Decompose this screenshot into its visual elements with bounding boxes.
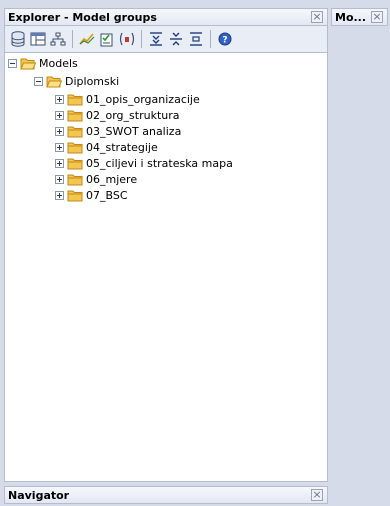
expand-icon[interactable]	[55, 142, 64, 152]
tree-node-group[interactable]: Diplomski	[34, 73, 119, 89]
expand-icon[interactable]	[55, 126, 64, 136]
explorer-toolbar: ?	[4, 26, 328, 52]
right-panel-close-button[interactable]: ×	[371, 11, 383, 23]
folder-icon	[67, 190, 83, 201]
database-icon[interactable]	[8, 29, 28, 49]
tree-label: 05_ciljevi i strateska mapa	[86, 156, 233, 170]
folder-icon	[67, 142, 83, 153]
folder-icon	[67, 158, 83, 169]
explorer-header: Explorer - Model groups ×	[4, 8, 328, 26]
tree-label: 04_strategije	[86, 140, 158, 154]
tree-label: Models	[39, 56, 78, 70]
folder-icon	[67, 94, 83, 105]
tree-item[interactable]: 04_strategije	[55, 139, 158, 155]
expand-icon[interactable]	[55, 110, 64, 120]
explorer-close-button[interactable]: ×	[311, 11, 323, 23]
toolbar-separator	[141, 30, 142, 48]
folder-icon	[67, 110, 83, 121]
tree-label: Diplomski	[65, 74, 120, 88]
navigator-title: Navigator	[8, 488, 70, 502]
expand-all-icon[interactable]	[146, 29, 166, 49]
window-icon[interactable]	[28, 29, 48, 49]
help-icon[interactable]: ?	[215, 29, 235, 49]
hierarchy-icon[interactable]	[48, 29, 68, 49]
tree-item[interactable]: 05_ciljevi i strateska mapa	[55, 155, 233, 171]
expand-icon[interactable]	[55, 174, 64, 184]
tree-label: 06_mjere	[86, 172, 138, 186]
collapse-icon[interactable]	[8, 58, 17, 68]
tree-item[interactable]: 02_org_struktura	[55, 107, 180, 123]
level-icon[interactable]	[186, 29, 206, 49]
right-panel-header: Mo... ×	[331, 8, 388, 26]
collapse-all-icon[interactable]	[166, 29, 186, 49]
navigator-close-button[interactable]: ×	[311, 489, 323, 501]
tree-item[interactable]: 03_SWOT analiza	[55, 123, 181, 139]
tree-item[interactable]: 07_BSC	[55, 187, 128, 203]
chart-icon[interactable]	[77, 29, 97, 49]
collapse-icon[interactable]	[34, 76, 43, 86]
toolbar-separator	[72, 30, 73, 48]
tree-item[interactable]: 06_mjere	[55, 171, 137, 187]
tree-label: 03_SWOT analiza	[86, 124, 182, 138]
expand-icon[interactable]	[55, 190, 64, 200]
svg-text:?: ?	[222, 36, 227, 46]
folder-open-icon	[46, 76, 62, 87]
tree-node-models[interactable]: Models	[8, 55, 78, 71]
tree-label: 07_BSC	[86, 188, 128, 202]
expand-icon[interactable]	[55, 158, 64, 168]
folder-icon	[67, 174, 83, 185]
navigator-header: Navigator ×	[4, 486, 328, 504]
explorer-title: Explorer - Model groups	[8, 10, 157, 24]
toolbar-separator	[210, 30, 211, 48]
tree-label: 02_org_struktura	[86, 108, 180, 122]
tree-item[interactable]: 01_opis_organizacije	[55, 91, 200, 107]
folder-icon	[67, 126, 83, 137]
folder-open-icon	[20, 58, 36, 69]
right-panel-title: Mo...	[335, 10, 367, 24]
parentheses-icon[interactable]	[117, 29, 137, 49]
tree-label: 01_opis_organizacije	[86, 92, 200, 106]
model-tree: Models Diplomski 01_opis_organizacije 02_…	[4, 52, 328, 482]
expand-icon[interactable]	[55, 94, 64, 104]
right-panel-body	[331, 26, 388, 482]
checklist-icon[interactable]	[97, 29, 117, 49]
